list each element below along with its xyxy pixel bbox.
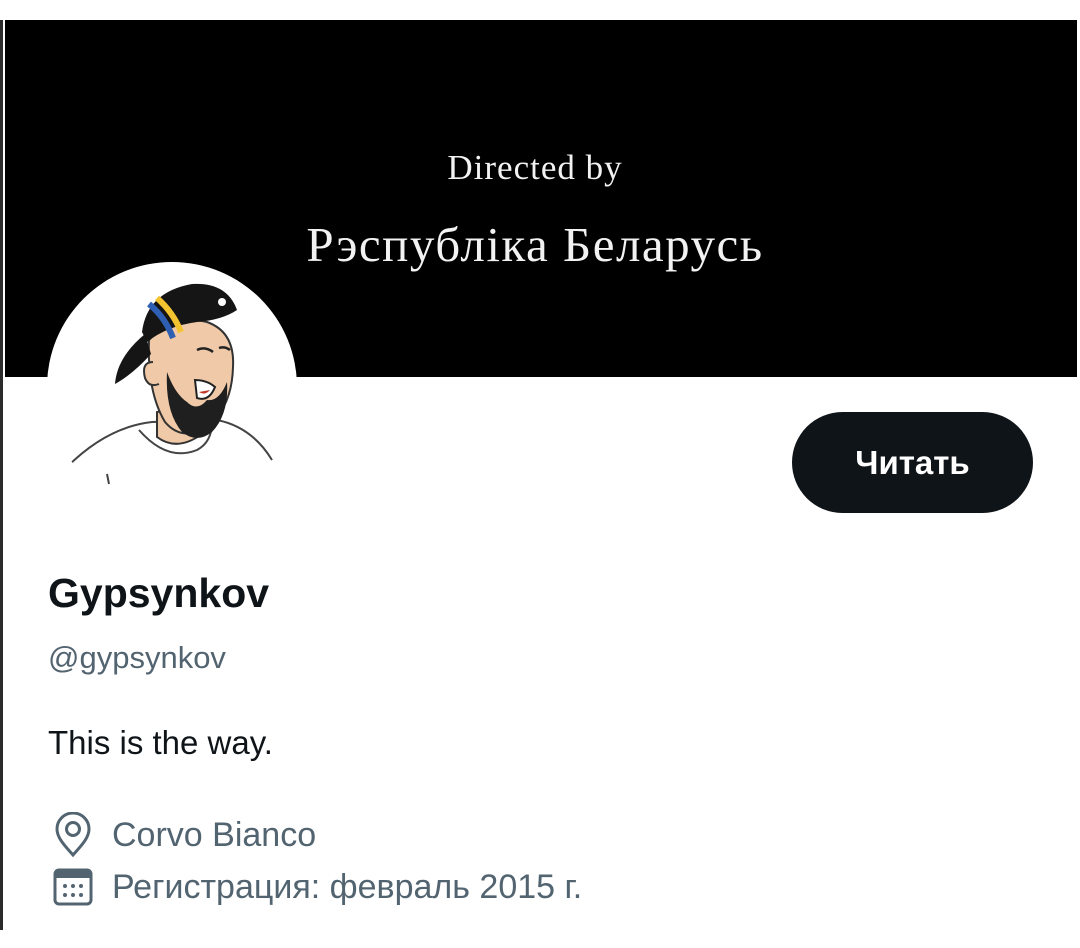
left-edge-divider [0, 20, 3, 930]
follow-button[interactable]: Читать [792, 412, 1033, 513]
avatar-illustration [66, 283, 273, 485]
banner-line-1: Directed by [447, 148, 623, 187]
location-row: Corvo Bianco [48, 810, 316, 860]
user-handle: @gypsynkov [48, 640, 226, 675]
calendar-icon [48, 862, 98, 912]
top-strip [0, 0, 1080, 20]
avatar[interactable] [47, 262, 297, 512]
bio: This is the way. [48, 724, 273, 761]
location-text: Corvo Bianco [112, 815, 317, 854]
joined-text: Регистрация: февраль 2015 г. [112, 867, 583, 906]
joined-row: Регистрация: февраль 2015 г. [48, 862, 582, 912]
display-name: Gypsynkov [48, 570, 270, 616]
profile-page: Directed by Рэспубліка Беларусь Читать G… [0, 0, 1080, 948]
location-pin-icon [48, 810, 98, 860]
